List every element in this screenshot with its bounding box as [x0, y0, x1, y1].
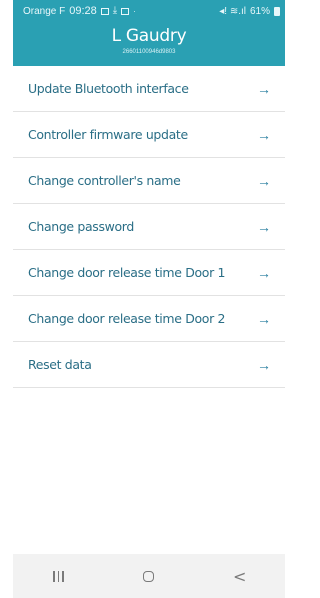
- carrier-label: Orange F: [23, 5, 66, 17]
- battery-percent: 61%: [249, 5, 270, 17]
- menu-item-release-time-door-2[interactable]: Change door release time Door 2 →: [13, 296, 285, 342]
- arrow-right-icon: →: [257, 264, 271, 281]
- menu-item-label: Change controller's name: [28, 173, 181, 188]
- menu-item-label: Change door release time Door 2: [28, 311, 226, 326]
- app-notification-icon: [121, 7, 130, 15]
- menu-item-update-bluetooth[interactable]: Update Bluetooth interface →: [13, 66, 285, 112]
- status-right: ◂! ≋.ıl 61%: [219, 6, 280, 17]
- download-notification-icon: ⤓: [112, 5, 118, 16]
- system-nav-bar: <: [13, 554, 285, 598]
- menu-item-firmware-update[interactable]: Controller firmware update →: [13, 112, 285, 158]
- recent-apps-icon: [53, 570, 64, 582]
- arrow-right-icon: →: [257, 310, 271, 327]
- gallery-notification-icon: [100, 7, 109, 15]
- page-title: L Gaudry: [111, 26, 187, 46]
- menu-item-reset-data[interactable]: Reset data →: [13, 342, 285, 388]
- menu-item-label: Change door release time Door 1: [28, 265, 226, 280]
- arrow-right-icon: →: [257, 172, 271, 189]
- menu-item-label: Controller firmware update: [28, 127, 188, 142]
- arrow-right-icon: →: [257, 356, 271, 373]
- menu-item-change-password[interactable]: Change password →: [13, 204, 285, 250]
- status-time: 09:28: [69, 5, 97, 17]
- menu-item-label: Update Bluetooth interface: [28, 81, 189, 96]
- status-bar: Orange F 09:28 ⤓ · ◂! ≋.ıl 61%: [13, 0, 285, 22]
- menu-item-label: Change password: [28, 219, 134, 234]
- menu-item-label: Reset data: [28, 357, 92, 372]
- home-icon: [143, 570, 155, 582]
- back-chevron-icon: <: [232, 566, 247, 586]
- menu-item-change-name[interactable]: Change controller's name →: [13, 158, 285, 204]
- arrow-right-icon: →: [257, 80, 271, 97]
- status-left: Orange F 09:28 ⤓ ·: [23, 5, 136, 17]
- back-button[interactable]: <: [220, 561, 260, 591]
- arrow-right-icon: →: [257, 126, 271, 143]
- device-id: 26601100946d9803: [122, 49, 176, 55]
- signal-wifi-icon: ◂! ≋.ıl: [219, 5, 246, 17]
- app-header: L Gaudry 26601100946d9803: [13, 22, 285, 66]
- recent-apps-button[interactable]: [38, 561, 78, 591]
- more-notifications-dot: ·: [133, 6, 136, 16]
- battery-icon: [274, 6, 280, 16]
- settings-menu: Update Bluetooth interface → Controller …: [13, 66, 285, 388]
- phone-screen: Orange F 09:28 ⤓ · ◂! ≋.ıl 61% L Gaudry …: [13, 0, 285, 598]
- home-button[interactable]: [129, 561, 169, 591]
- arrow-right-icon: →: [257, 218, 271, 235]
- menu-item-release-time-door-1[interactable]: Change door release time Door 1 →: [13, 250, 285, 296]
